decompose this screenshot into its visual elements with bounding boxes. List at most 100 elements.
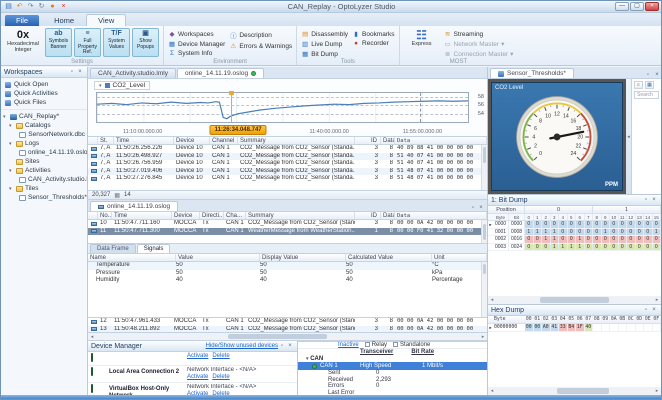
ribbon-toggle-button[interactable]: ▣ Show Popups — [132, 28, 159, 57]
quick-link-item[interactable]: Quick Open — [1, 80, 87, 89]
expander-icon[interactable]: ▾ — [9, 168, 14, 174]
ribbon-toggle-button[interactable]: T/F System Values — [103, 28, 130, 57]
col-value[interactable]: Value — [176, 254, 260, 261]
col-id[interactable]: ID — [355, 212, 381, 219]
quick-link-item[interactable]: Quick Files — [1, 98, 87, 107]
vertical-scrollbar[interactable] — [481, 145, 487, 190]
pin-icon[interactable]: ▫ — [68, 69, 76, 75]
col-display-value[interactable]: Display Value — [260, 254, 346, 261]
signal-row[interactable]: Humidity 40 40 40 Percentage — [88, 277, 487, 285]
ribbon-menu-item[interactable]: ●Recorder — [352, 40, 395, 47]
filter-icon[interactable]: ▦ — [114, 192, 120, 199]
ribbon-menu-item[interactable]: ▭Network Master▾ — [444, 40, 514, 48]
col-data[interactable]: Data — [395, 212, 487, 219]
message-row[interactable]: 7, A 11:50:26.756.959 Device 10 CAN 1 CO… — [88, 160, 487, 168]
vertical-scrollbar[interactable] — [481, 262, 487, 317]
device-item[interactable]: VirtualBox Host-Only Network Network Int… — [88, 383, 297, 395]
ribbon-menu-item[interactable]: ≣Connection Master▾ — [444, 50, 514, 58]
tab-log-view[interactable]: online_14.11.19.oslog — [90, 201, 178, 211]
tree-item[interactable]: Sensor_Thresholds* — [1, 193, 87, 202]
col-data-length[interactable]: Data L... — [381, 212, 395, 219]
hide-show-devices-link[interactable]: Hide/Show unused devices — [206, 343, 278, 349]
can-group-row[interactable]: ▾ CAN — [298, 355, 487, 362]
horizontal-scrollbar[interactable]: ◂▸ — [88, 333, 487, 341]
device-item[interactable]: Local Area Connection 2 Network Interfac… — [88, 366, 297, 383]
close-icon[interactable]: × — [650, 197, 658, 203]
col-device[interactable]: Device — [174, 137, 210, 144]
col-name[interactable]: Name — [88, 254, 176, 261]
signal-row[interactable]: Pressure 50 50 50 kPa — [88, 270, 487, 278]
quick-access-icon[interactable]: ↻ — [37, 3, 46, 11]
channel-row-can1[interactable]: CAN 1 High Speed 1 Mbit/s — [298, 362, 487, 370]
tab-data-frame[interactable]: Data Frame — [90, 244, 136, 253]
expander-icon[interactable]: ▾ — [9, 123, 14, 129]
quick-link-item[interactable]: Quick Activities — [1, 89, 87, 98]
co2-gauge-tile[interactable]: CO2 Level 024681012141618202224 PPM — [491, 82, 623, 191]
tab-view[interactable]: View — [86, 14, 126, 26]
device-action-link[interactable]: Delete — [212, 353, 229, 359]
message-row[interactable]: 7, A 11:50:27.019.406 Device 10 CAN 1 CO… — [88, 168, 487, 176]
log-row[interactable]: 12 11:50:47.961.433 MOCCA Tx CAN 1 CO2_M… — [88, 318, 487, 326]
quick-access-icon[interactable]: ↶ — [15, 3, 24, 11]
quick-access-icon[interactable]: ↷ — [26, 3, 35, 11]
close-icon[interactable]: × — [286, 343, 294, 349]
tree-item[interactable]: ▾ Logs — [1, 139, 87, 148]
expander-icon[interactable]: ▾ — [9, 186, 14, 192]
ribbon-menu-item[interactable]: ⓘDescription — [229, 30, 292, 40]
tab-signals[interactable]: Signals — [137, 244, 171, 253]
close-icon[interactable]: × — [653, 72, 661, 78]
col-data-length[interactable]: Data L... — [381, 137, 395, 144]
tab-can-activity[interactable]: CAN_Activity.studio.lmly — [90, 68, 176, 78]
search-input[interactable]: Search — [634, 91, 659, 99]
log-row[interactable]: 13 11:50:48.211.892 MOCCA Tx CAN 1 CO2_M… — [88, 326, 487, 334]
tree-item[interactable]: CAN_Activity.studio.lmly — [1, 175, 87, 184]
float-icon[interactable]: ▫ — [469, 205, 477, 211]
horizontal-scrollbar[interactable]: ◂▸ — [488, 296, 661, 304]
relay-checkbox[interactable]: Relay — [365, 342, 387, 348]
express-button[interactable]: ☷ Express — [404, 28, 440, 47]
tab-online-log[interactable]: online_14.11.19.oslog — [177, 68, 264, 78]
bit-dump-row[interactable]: ▸ 0000 0000 0000000000000000 — [488, 221, 661, 229]
col-id[interactable]: ID — [355, 137, 381, 144]
col-data[interactable]: Data — [395, 137, 487, 144]
col-time[interactable]: Time — [114, 137, 174, 144]
bit-dump-row[interactable]: 0002 0016 0011001000000000 — [488, 236, 661, 244]
ribbon-menu-item[interactable]: ▮Bookmarks — [352, 30, 395, 38]
inactive-link[interactable]: Inactive — [338, 342, 359, 348]
ribbon-menu-item[interactable]: ⚠Errors & Warnings — [229, 42, 292, 50]
col-calculated-value[interactable]: Calculated Value — [346, 254, 432, 261]
vertical-scrollbar[interactable] — [481, 220, 487, 243]
message-row[interactable]: 7, A 11:50:26.498.927 Device 10 CAN 1 CO… — [88, 153, 487, 161]
col-summary[interactable]: Summary — [246, 212, 355, 219]
chart-cursor[interactable] — [231, 93, 232, 122]
bit-dump-row[interactable]: 0001 0008 1111000001000001 — [488, 229, 661, 237]
quick-access-icon[interactable]: × — [59, 3, 68, 11]
col-summary[interactable]: Summary — [238, 137, 355, 144]
standalone-checkbox[interactable]: Standalone — [393, 342, 430, 348]
tab-file[interactable]: File — [5, 15, 39, 26]
tree-item[interactable]: ▾ Activities — [1, 166, 87, 175]
device-action-link[interactable]: Activate — [187, 374, 208, 380]
device-action-link[interactable]: Activate — [187, 353, 208, 359]
col-time[interactable]: Time — [112, 212, 172, 219]
col-device[interactable]: Device — [172, 212, 200, 219]
float-icon[interactable]: ▫ — [644, 72, 652, 78]
tree-item[interactable]: ▾ Catalogs — [1, 121, 87, 130]
log-row[interactable]: 11 11:50:47.711.300 MOCCA Tx CAN 1 Weath… — [88, 228, 487, 236]
ribbon-menu-item[interactable]: ≋Streaming — [444, 30, 514, 38]
ribbon-menu-item[interactable]: ▤Disassembly — [301, 30, 348, 38]
message-row[interactable]: 7, A 11:50:26.256.226 Device 10 CAN 1 CO… — [88, 145, 487, 153]
grid-icon[interactable]: ▦ — [645, 81, 654, 89]
ribbon-menu-item[interactable]: ◆Workspaces — [168, 30, 225, 38]
message-row[interactable]: 7, A 11:50:27.276.845 Device 10 CAN 1 CO… — [88, 175, 487, 183]
close-icon[interactable]: × — [650, 307, 658, 313]
tree-item[interactable]: SensorNetwork.dbc — [1, 130, 87, 139]
close-icon[interactable]: × — [76, 69, 84, 75]
hex-dump-row[interactable]: ▸ 00000000 0000A04133B41F40 — [488, 324, 661, 332]
col-unit[interactable]: Unit — [432, 254, 487, 261]
plot-area[interactable]: 585654 — [96, 92, 469, 123]
hexadecimal-integer-button[interactable]: 0x Hexadecimal Integer — [5, 28, 41, 53]
col-icon[interactable] — [88, 137, 98, 144]
ribbon-menu-item[interactable]: ▦Bit Dump — [301, 50, 348, 58]
col-direction[interactable]: Directi... — [200, 212, 224, 219]
